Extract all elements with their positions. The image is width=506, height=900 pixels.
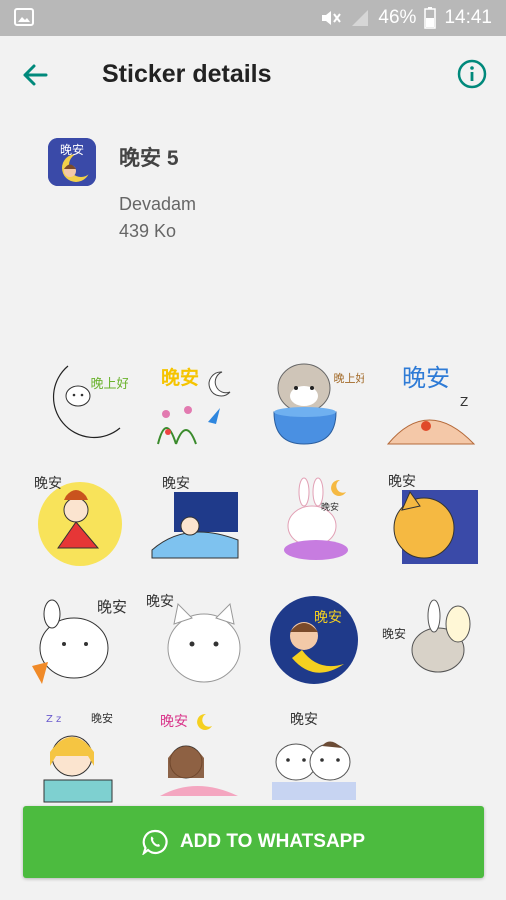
- sticker-text: 晚上好: [90, 377, 128, 392]
- sticker-text: 晚安: [91, 711, 113, 725]
- sticker-text: 晚安: [382, 626, 406, 641]
- info-icon[interactable]: [456, 58, 488, 90]
- sticker-two-cats[interactable]: 晚安: [264, 706, 364, 806]
- gallery-notification-icon: [14, 8, 34, 26]
- battery-icon: [424, 7, 437, 29]
- sticker-text: 晚安: [290, 712, 318, 728]
- sticker-text: 晚安: [388, 474, 416, 490]
- sticker-dog-cup[interactable]: 晚上好: [264, 352, 364, 452]
- sticker-girl-blanket[interactable]: Z z 晚安: [28, 706, 128, 806]
- pack-icon-text: 晚安: [60, 142, 84, 157]
- sticker-text: 晚安: [314, 610, 342, 626]
- sticker-text: 晚安: [161, 366, 199, 389]
- add-to-whatsapp-label: ADD TO WHATSAPP: [179, 831, 366, 852]
- sticker-sleeping-bed[interactable]: 晚安: [146, 470, 246, 570]
- sticker-text: 晚安: [34, 476, 62, 492]
- pack-tray-icon: 晚安: [48, 138, 96, 186]
- status-bar: 46% 14:41: [0, 0, 506, 36]
- app-bar: Sticker details: [0, 36, 506, 118]
- svg-text:Z: Z: [460, 395, 468, 409]
- sticker-white-cat[interactable]: 晚安: [146, 588, 246, 688]
- signal-icon: [352, 10, 369, 26]
- sticker-text: 晚上好: [334, 371, 365, 385]
- back-arrow-icon[interactable]: [20, 60, 50, 90]
- mute-icon: [322, 11, 342, 25]
- sticker-text: 晚安: [402, 364, 450, 392]
- sticker-text: 晚安: [146, 594, 174, 610]
- sticker-bunny-carrot[interactable]: 晚安: [28, 588, 128, 688]
- sticker-text: 晚安: [97, 598, 127, 616]
- sticker-text: 晚安: [160, 714, 188, 730]
- pack-size: 439 Ko: [119, 221, 177, 241]
- add-to-whatsapp-button[interactable]: ADD TO WHATSAPP: [23, 806, 484, 878]
- battery-percent: 46%: [378, 7, 417, 28]
- svg-text:Z z: Z z: [46, 714, 61, 725]
- sticker-moon-cat[interactable]: 晚安: [382, 470, 482, 570]
- pack-author: Devadam: [119, 194, 197, 214]
- sticker-text: 晚安: [162, 476, 190, 492]
- sticker-flowers-night[interactable]: 晚安: [146, 352, 246, 452]
- clock: 14:41: [444, 7, 492, 28]
- sticker-girl-lying[interactable]: 晚安: [146, 706, 246, 806]
- pack-name: 晚安 5: [119, 147, 179, 170]
- whatsapp-icon: [142, 829, 168, 855]
- sticker-moon-bunny[interactable]: 晚上好: [28, 352, 128, 452]
- sticker-text: 晚安: [321, 501, 339, 513]
- page-title: Sticker details: [102, 60, 272, 88]
- sticker-girl-moon[interactable]: 晚安: [264, 588, 364, 688]
- sticker-sleeping-blob[interactable]: 晚安 Z: [382, 352, 482, 452]
- sticker-bunny-pillow[interactable]: 晚安: [264, 470, 364, 570]
- sticker-little-my[interactable]: 晚安: [28, 470, 128, 570]
- sticker-bunny-sleep[interactable]: 晚安: [382, 588, 482, 688]
